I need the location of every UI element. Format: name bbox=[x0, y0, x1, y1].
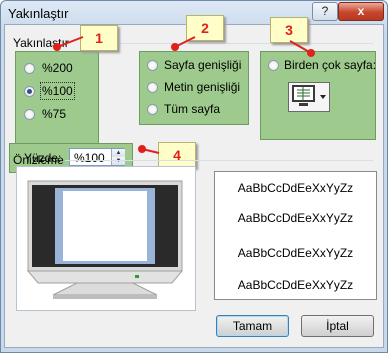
sample-line-4: AaBbCcDdEeXxYyZz bbox=[237, 278, 354, 292]
sample-line-2: AaBbCcDdEeXxYyZz bbox=[237, 211, 354, 225]
monitor-preview-icon bbox=[26, 180, 184, 299]
cancel-button[interactable]: İptal bbox=[301, 315, 374, 337]
sample-text-panel: AaBbCcDdEeXxYyZz AaBbCcDdEeXxYyZz AaBbCc… bbox=[214, 171, 377, 300]
preview-label: Önizleme bbox=[13, 153, 64, 167]
close-button[interactable]: x bbox=[338, 2, 384, 21]
window-title: Yakınlaştır bbox=[8, 6, 69, 21]
preview-divider bbox=[65, 160, 373, 161]
sample-line-1: AaBbCcDdEeXxYyZz bbox=[237, 181, 354, 195]
sample-line-3: AaBbCcDdEeXxYyZz bbox=[237, 246, 354, 260]
ok-button[interactable]: Tamam bbox=[216, 315, 289, 337]
dialog-body: Yakınlaştır %200 %100 %75 Sayfa genişliğ… bbox=[4, 15, 384, 348]
help-button[interactable]: ? bbox=[312, 2, 338, 21]
preview-panel bbox=[16, 166, 196, 311]
